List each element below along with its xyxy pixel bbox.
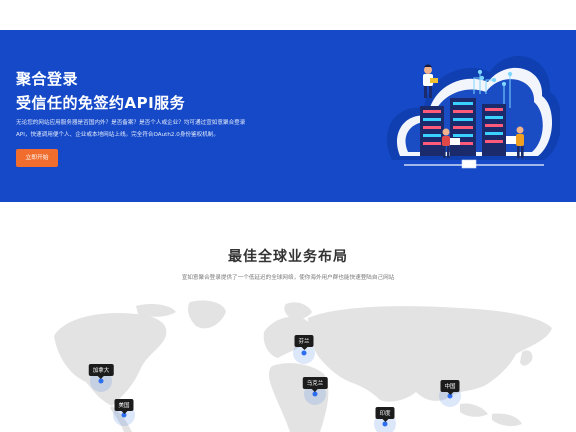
pin-label-usa: 美国 (114, 399, 134, 414)
pin-dot (301, 350, 307, 356)
pin-label-finland: 芬兰 (294, 335, 314, 350)
ground-bar (404, 164, 544, 166)
hero-description: 无论您的网站应用服务器是否国内外？是否备案？是否个人或企业？均可通过宣如意聚合登… (16, 117, 286, 141)
cloud-server-illustration (387, 56, 560, 169)
top-navbar (0, 0, 576, 30)
hero-title-line2: 受信任的免签约API服务 (16, 94, 186, 112)
pin-label-india: 印度 (375, 407, 395, 422)
pin-label-china: 中国 (440, 380, 460, 395)
pin-dot (98, 378, 104, 384)
hero-title-line1: 聚合登录 (16, 70, 79, 88)
start-now-button[interactable]: 立即开始 (16, 149, 58, 167)
pin-label-canada: 加拿大 (88, 364, 114, 379)
hero-description-line1: 无论您的网站应用服务器是否国内外？是否备案？是否个人或企业？均可通过宣如意聚合登… (16, 120, 246, 126)
section-title: 最佳全球业务布局 (228, 249, 348, 265)
pin-dot (312, 391, 318, 397)
server-rack-center (450, 98, 476, 156)
server-rack-left (420, 106, 444, 156)
pin-label-ukraine: 乌克兰 (302, 377, 328, 392)
section-subtitle: 宣如意聚合登录提供了一个低延迟的全球网络，使你海外用户群也能快速登陆自己网站 (181, 275, 395, 281)
server-rack-right (482, 104, 506, 156)
pin-dot (382, 421, 388, 427)
hero-description-line2: API，快速调用便个人、企业或本地网站上线。完全符合OAuth2.0身份鉴权机制… (16, 132, 219, 138)
